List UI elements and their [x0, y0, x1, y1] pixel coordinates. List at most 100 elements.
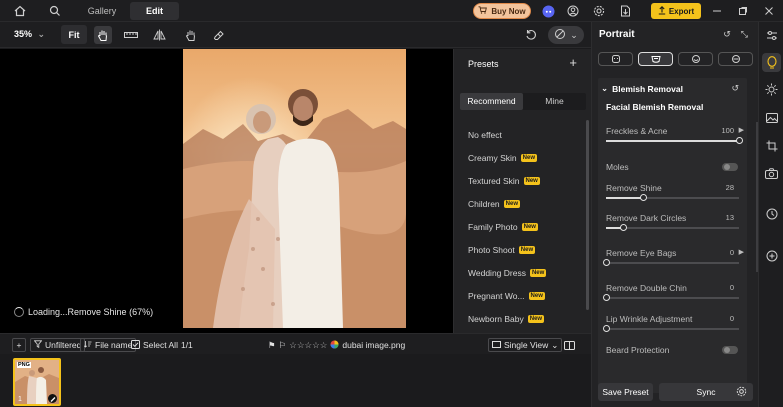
tab-gallery[interactable]: Gallery	[78, 2, 126, 20]
select-all-checkbox[interactable]: Select All 1/1	[131, 338, 193, 352]
new-badge: New	[527, 315, 545, 324]
toggle-switch[interactable]	[722, 346, 738, 354]
preset-item[interactable]: Children New	[468, 192, 583, 215]
preset-item[interactable]: Wedding Dress New	[468, 262, 583, 285]
tab-skin-icon[interactable]	[638, 52, 673, 66]
slider-knob[interactable]	[639, 194, 647, 201]
image-thumbnail[interactable]: PNG 1	[13, 358, 61, 406]
discord-icon[interactable]	[540, 3, 556, 19]
color-label-icon[interactable]	[330, 340, 339, 351]
ruler-icon[interactable]	[122, 26, 140, 44]
flag-pick-icon[interactable]: ⚑	[268, 340, 276, 351]
chevron-down-icon: ⌄	[601, 83, 609, 93]
control-value[interactable]: 0	[730, 283, 734, 292]
minimize-icon[interactable]	[709, 3, 725, 19]
sync-settings-icon[interactable]	[736, 386, 747, 399]
split-view-icon[interactable]	[564, 338, 575, 352]
image-canvas[interactable]: Loading...Remove Shine (67%)	[0, 49, 453, 333]
close-icon[interactable]	[761, 3, 777, 19]
export-file-icon[interactable]	[617, 3, 633, 19]
expand-arrow-icon[interactable]: ▶	[739, 248, 744, 256]
slider-track[interactable]	[602, 325, 739, 332]
edited-photo	[183, 49, 406, 328]
slider-track[interactable]	[602, 259, 739, 266]
search-icon[interactable]	[47, 3, 63, 19]
home-icon[interactable]	[12, 3, 28, 19]
sort-dropdown[interactable]: File name	[80, 338, 137, 352]
control-value[interactable]: 28	[726, 183, 734, 192]
view-mode-select[interactable]: Single View ⌄	[488, 338, 563, 352]
control-value[interactable]: 100	[721, 126, 734, 135]
crop-tool-icon[interactable]	[762, 136, 781, 155]
view-mode-dropdown[interactable]: ⌄	[548, 26, 584, 44]
fit-button[interactable]: Fit	[61, 25, 87, 44]
reset-icon[interactable]	[522, 26, 540, 44]
panel-actions: ↺ ⤡	[723, 29, 748, 40]
expand-arrow-icon[interactable]: ▶	[739, 126, 744, 134]
slider-track[interactable]	[606, 224, 739, 231]
panel-footer: Save Preset Sync	[598, 383, 753, 403]
history-icon[interactable]	[762, 204, 781, 223]
filter-dropdown[interactable]: Unfiltered	[30, 338, 86, 352]
slider-knob[interactable]	[602, 259, 610, 266]
slider-knob[interactable]	[735, 137, 743, 144]
control-value[interactable]: 0	[730, 248, 734, 257]
hand-tool-icon[interactable]	[94, 26, 112, 44]
adjustment-control: Remove Dark Circles 13	[606, 213, 744, 231]
add-preset-icon[interactable]: +	[569, 55, 577, 70]
slider-knob[interactable]	[602, 294, 610, 301]
tab-edit[interactable]: Edit	[130, 2, 179, 20]
zoom-level[interactable]: 35% ⌄	[14, 29, 45, 40]
toggle-switch[interactable]	[722, 163, 738, 171]
slider-track[interactable]	[606, 137, 743, 144]
eraser-icon[interactable]	[210, 26, 228, 44]
slider-track[interactable]	[606, 194, 739, 201]
sync-button[interactable]: Sync	[659, 383, 753, 401]
panel-reset-icon[interactable]: ↺	[723, 29, 731, 40]
slider-track[interactable]	[602, 294, 739, 301]
tab-mine[interactable]: Mine	[523, 93, 586, 110]
camera-tool-icon[interactable]	[762, 164, 781, 183]
light-tool-icon[interactable]	[762, 80, 781, 99]
portrait-tool-icon[interactable]	[762, 53, 781, 72]
preset-item[interactable]: Creamy Skin New	[468, 146, 583, 169]
tab-makeup-icon[interactable]	[678, 52, 713, 66]
preset-item[interactable]: Photo Shoot New	[468, 238, 583, 261]
brush-hand-icon[interactable]	[182, 26, 200, 44]
compare-icon[interactable]	[150, 26, 168, 44]
adjust-sliders-icon[interactable]	[762, 26, 781, 45]
slider-knob[interactable]	[602, 325, 610, 332]
zoom-value: 35%	[14, 29, 33, 39]
control-value[interactable]: 0	[730, 314, 734, 323]
image-tool-icon[interactable]	[762, 108, 781, 127]
presets-scrollbar[interactable]	[586, 120, 589, 310]
preset-item[interactable]: Newborn Baby New	[468, 308, 583, 331]
section-reset-icon[interactable]: ↺	[731, 83, 739, 94]
add-tool-icon[interactable]	[762, 246, 781, 265]
preset-item[interactable]: Pregnant Wo... New	[468, 285, 583, 308]
save-preset-button[interactable]: Save Preset	[598, 383, 653, 401]
section-toggle[interactable]: ⌄ Blemish Removal	[601, 83, 683, 94]
checkbox-icon	[131, 339, 140, 351]
settings-icon[interactable]	[591, 3, 607, 19]
filter-label: Unfiltered	[45, 340, 82, 350]
control-label: Remove Eye Bags	[606, 248, 677, 258]
export-button[interactable]: Export	[651, 3, 701, 19]
preset-item[interactable]: Textured Skin New	[468, 169, 583, 192]
preset-item[interactable]: No effect	[468, 123, 583, 146]
tab-recommend[interactable]: Recommend	[460, 93, 523, 110]
buy-now-button[interactable]: Buy Now	[473, 3, 531, 19]
control-value[interactable]: 13	[726, 213, 734, 222]
flag-reject-icon[interactable]: ⚐	[279, 340, 287, 351]
tab-face-icon[interactable]	[598, 52, 633, 66]
collapse-icon[interactable]: ⤡	[741, 29, 748, 40]
account-icon[interactable]	[565, 3, 581, 19]
tab-body-icon[interactable]	[718, 52, 753, 66]
restore-icon[interactable]	[735, 3, 751, 19]
portrait-subtabs	[598, 52, 753, 66]
add-image-button[interactable]: +	[12, 338, 26, 352]
preset-item[interactable]: Family Photo New	[468, 215, 583, 238]
star-rating[interactable]: ☆☆☆☆☆	[289, 340, 327, 351]
edit-toolbar: 35% ⌄ Fit ⌄	[0, 22, 591, 48]
slider-knob[interactable]	[619, 224, 627, 231]
